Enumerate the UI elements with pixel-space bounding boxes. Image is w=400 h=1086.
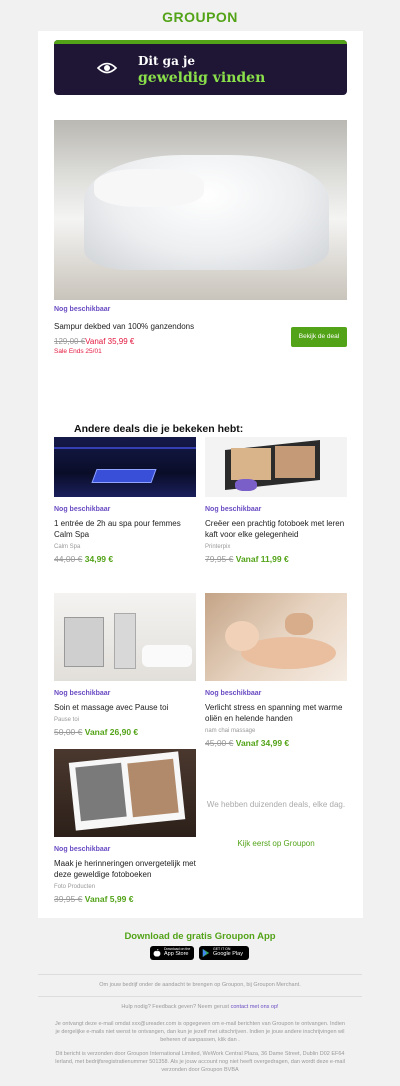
download-app-heading: Download de gratis Groupon App — [124, 931, 276, 942]
deal-old-price: 44,00 € — [54, 554, 83, 564]
deal-price: 79,95 € Vanaf 11,99 € — [205, 554, 347, 564]
featured-availability: Nog beschikbaar — [54, 306, 111, 313]
footer-merchant-line: Om jouw bedrijf onder de aandacht te bre… — [99, 982, 301, 988]
deal-availability: Nog beschikbaar — [54, 506, 111, 513]
deal-new-price: Vanaf 34,99 € — [235, 738, 290, 748]
deal-image-photobook-family[interactable] — [54, 749, 196, 837]
featured-price: 129,00 €Vanaf 35,99 € — [54, 337, 134, 346]
deal-merchant: Calm Spa — [54, 544, 81, 550]
thousands-deals-text: We hebben duizenden deals, elke dag. — [206, 800, 346, 809]
apple-icon — [153, 949, 161, 957]
deal-merchant: Pause toi — [54, 717, 80, 723]
banner-line-1: Dit ga je — [138, 54, 196, 68]
deal-card[interactable]: Nog beschikbaar Creëer een prachtig foto… — [205, 437, 347, 564]
deal-old-price: 50,00 € — [54, 727, 83, 737]
deal-card[interactable]: Nog beschikbaar Maak je herinneringen on… — [54, 749, 196, 904]
deal-title[interactable]: 1 entrée de 2h au spa pour femmes Calm S… — [54, 518, 196, 540]
deal-price: 45,00 € Vanaf 34,99 € — [205, 738, 347, 748]
deal-old-price: 79,95 € — [205, 554, 234, 564]
deal-title[interactable]: Maak je herinneringen onvergetelijk met … — [54, 858, 196, 880]
app-store-badge[interactable]: Download on the App Store — [150, 946, 194, 960]
deal-merchant: Foto Producten — [54, 884, 96, 890]
deal-new-price: 34,99 € — [84, 554, 114, 564]
googleplay-big-text: Google Play — [213, 951, 243, 957]
footer-divider-2 — [38, 996, 362, 997]
appstore-big-text: App Store — [164, 951, 189, 957]
deal-availability: Nog beschikbaar — [54, 690, 111, 697]
google-play-badge[interactable]: GET IT ON Google Play — [199, 946, 249, 960]
deal-title[interactable]: Verlicht stress en spanning met warme ol… — [205, 702, 347, 724]
featured-title[interactable]: Sampur dekbed van 100% ganzendons — [54, 322, 194, 331]
footer-notice: Je ontvangt deze e-mail omdat xxx@ureade… — [55, 1021, 345, 1043]
featured-old-price: 129,00 € — [54, 337, 86, 346]
promo-banner: Dit ga je geweldig vinden — [54, 40, 347, 95]
featured-new-price: Vanaf 35,99 € — [85, 337, 135, 346]
deal-availability: Nog beschikbaar — [54, 846, 111, 853]
featured-sale-ends: Sale Ends 25/01 — [54, 348, 102, 355]
deal-new-price: Vanaf 5,99 € — [84, 894, 134, 904]
duvet-illustration — [84, 155, 329, 270]
google-play-icon — [202, 949, 210, 957]
deal-new-price: Vanaf 11,99 € — [235, 554, 289, 564]
email-card: Dit ga je geweldig vinden Nog beschikbaa… — [38, 31, 363, 918]
banner-accent-stripe — [54, 40, 347, 44]
footer-help-text: Hulp nodig? Feedback geven? Neem gerust — [121, 1004, 230, 1010]
deal-price: 50,00 € Vanaf 26,90 € — [54, 727, 196, 737]
footer-divider-1 — [38, 974, 362, 975]
footer-help: Hulp nodig? Feedback geven? Neem gerust … — [54, 1003, 346, 1011]
deal-merchant: Printerpix — [205, 544, 231, 550]
other-deals-heading: Andere deals die je bekeken hebt: — [74, 423, 244, 435]
deal-old-price: 45,00 € — [205, 738, 234, 748]
groupon-logo[interactable]: GROUPON — [0, 9, 400, 25]
deal-card[interactable]: Nog beschikbaar Soin et massage avec Pau… — [54, 593, 196, 737]
deal-title[interactable]: Creëer een prachtig fotoboek met leren k… — [205, 518, 347, 540]
deal-image-spa[interactable] — [54, 437, 196, 497]
deal-title[interactable]: Soin et massage avec Pause toi — [54, 702, 196, 713]
deal-card[interactable]: Nog beschikbaar 1 entrée de 2h au spa po… — [54, 437, 196, 564]
deal-image-massage[interactable] — [205, 593, 347, 681]
view-deal-button[interactable]: Bekijk de deal — [291, 327, 347, 347]
pillow-shape — [94, 169, 204, 207]
deal-merchant: nam chai massage — [205, 728, 256, 734]
footer-address: Dit bericht is verzonden door Groupon In… — [55, 1051, 345, 1073]
contact-us-link[interactable]: contact met ons op! — [231, 1004, 279, 1010]
deal-image-photobook[interactable] — [205, 437, 347, 497]
deal-price: 39,95 € Vanaf 5,99 € — [54, 894, 196, 904]
eye-icon — [97, 62, 117, 74]
deal-availability: Nog beschikbaar — [205, 690, 262, 697]
deal-card[interactable]: Nog beschikbaar Verlicht stress en spann… — [205, 593, 347, 748]
deal-image-salon[interactable] — [54, 593, 196, 681]
banner-line-2: geweldig vinden — [138, 70, 266, 86]
deal-old-price: 39,95 € — [54, 894, 83, 904]
deal-new-price: Vanaf 26,90 € — [84, 727, 139, 737]
deal-price: 44,00 € 34,99 € — [54, 554, 196, 564]
check-groupon-link[interactable]: Kijk eerst op Groupon — [205, 839, 347, 848]
featured-deal-image[interactable] — [54, 120, 347, 300]
deal-availability: Nog beschikbaar — [205, 506, 262, 513]
